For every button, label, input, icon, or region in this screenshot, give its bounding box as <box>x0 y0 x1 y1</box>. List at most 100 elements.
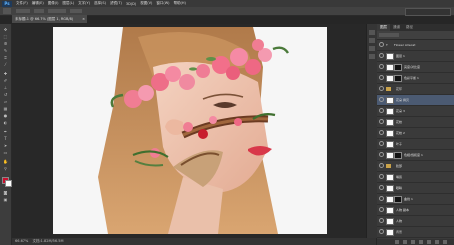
visibility-eye-icon[interactable] <box>379 52 384 58</box>
layer-name: 花环 <box>396 87 403 91</box>
menu-select[interactable]: 选择(S) <box>92 1 108 6</box>
clone-stamp-tool-icon[interactable]: ⊥ <box>2 85 9 90</box>
zoom-level[interactable]: 66.67% <box>15 239 28 243</box>
move-tool-icon[interactable]: ✥ <box>2 27 9 32</box>
tab-paths[interactable]: 路径 <box>403 24 416 31</box>
quick-mask-icon[interactable]: ◙ <box>2 190 9 195</box>
eraser-tool-icon[interactable]: ▱ <box>2 99 9 104</box>
layer-row[interactable]: 眼睛 <box>377 183 454 194</box>
visibility-eye-icon[interactable] <box>379 184 384 190</box>
layer-row[interactable]: 花枝 <box>377 117 454 128</box>
link-layers-icon[interactable] <box>395 240 399 244</box>
menu-view[interactable]: 视图(V) <box>138 1 154 6</box>
menu-window[interactable]: 窗口(W) <box>154 1 171 6</box>
menu-filter[interactable]: 滤镜(T) <box>108 1 124 6</box>
layer-row[interactable]: 嘴唇 <box>377 172 454 183</box>
layers-panel-footer <box>377 239 454 245</box>
visibility-eye-icon[interactable] <box>379 162 384 168</box>
path-select-tool-icon[interactable]: ➤ <box>2 143 9 148</box>
layer-row[interactable]: 花环 <box>377 84 454 95</box>
layer-row[interactable]: 曲线 1 <box>377 194 454 205</box>
layer-row[interactable]: 人物 <box>377 216 454 227</box>
history-brush-tool-icon[interactable]: ↺ <box>2 92 9 97</box>
layer-row[interactable]: 色相/饱和度 1 <box>377 150 454 161</box>
document-canvas[interactable] <box>53 27 327 234</box>
visibility-eye-icon[interactable] <box>379 74 384 80</box>
tab-channels[interactable]: 通道 <box>390 24 403 31</box>
visibility-eye-icon[interactable] <box>379 85 384 91</box>
dodge-tool-icon[interactable]: ◐ <box>2 120 9 125</box>
eyedropper-tool-icon[interactable]: ⁄ <box>2 62 9 67</box>
crop-tool-icon[interactable]: ⌗ <box>2 55 9 60</box>
visibility-eye-icon[interactable] <box>379 118 384 124</box>
layer-row[interactable]: 图层 1 <box>377 51 454 62</box>
layer-row[interactable]: 花朵 拷贝 <box>377 95 454 106</box>
tab-layers[interactable]: 图层 <box>377 24 390 31</box>
tool-preset-picker[interactable] <box>3 8 11 14</box>
option-field[interactable] <box>70 9 82 13</box>
layer-row[interactable]: 色彩平衡 1 <box>377 73 454 84</box>
document-info: 文档:1.82M/56.5M <box>32 239 64 243</box>
new-layer-icon[interactable] <box>435 240 439 244</box>
lasso-tool-icon[interactable]: ᘓ <box>2 41 9 46</box>
blur-tool-icon[interactable]: ● <box>2 113 9 118</box>
menu-type[interactable]: 文字(Y) <box>76 1 92 6</box>
close-icon[interactable]: × <box>82 15 85 23</box>
visibility-eye-icon[interactable] <box>379 63 384 69</box>
zoom-tool-icon[interactable]: ⚲ <box>2 166 9 171</box>
workspace-switcher[interactable] <box>405 8 451 16</box>
shape-tool-icon[interactable]: ▭ <box>2 150 9 155</box>
menu-image[interactable]: 图像(I) <box>46 1 61 6</box>
screen-mode-icon[interactable]: ▣ <box>2 197 9 202</box>
layer-row[interactable]: 亮度/对比度 <box>377 62 454 73</box>
visibility-eye-icon[interactable] <box>379 151 384 157</box>
pen-tool-icon[interactable]: ✒ <box>2 129 9 134</box>
visibility-eye-icon[interactable] <box>379 195 384 201</box>
option-field[interactable] <box>48 9 66 13</box>
character-panel-icon[interactable] <box>369 46 375 51</box>
option-field[interactable] <box>34 9 44 13</box>
option-field[interactable] <box>16 9 30 13</box>
visibility-eye-icon[interactable] <box>379 140 384 146</box>
visibility-eye-icon[interactable] <box>379 41 384 47</box>
text-layer-icon: T <box>386 43 388 47</box>
visibility-eye-icon[interactable] <box>379 228 384 234</box>
layer-row[interactable]: 背景 <box>377 227 454 238</box>
layer-row[interactable]: 花枝 2 <box>377 128 454 139</box>
healing-brush-tool-icon[interactable]: ✚ <box>2 71 9 76</box>
visibility-eye-icon[interactable] <box>379 173 384 179</box>
document-tab[interactable]: 未标题-1 @ 66.7% (图层 1, RGB/8) × <box>12 15 87 23</box>
menu-layer[interactable]: 图层(L) <box>60 1 76 6</box>
add-style-icon[interactable] <box>403 240 407 244</box>
layer-row[interactable]: 脸部 <box>377 161 454 172</box>
visibility-eye-icon[interactable] <box>379 206 384 212</box>
layer-row[interactable]: 花朵 3 <box>377 106 454 117</box>
background-color-swatch[interactable] <box>5 180 12 187</box>
visibility-eye-icon[interactable] <box>379 129 384 135</box>
visibility-eye-icon[interactable] <box>379 96 384 102</box>
layer-filter-input[interactable] <box>379 33 399 37</box>
layer-row[interactable]: 人物 副本 <box>377 205 454 216</box>
gradient-tool-icon[interactable]: ▦ <box>2 106 9 111</box>
delete-layer-icon[interactable] <box>443 240 447 244</box>
canvas-area[interactable] <box>12 24 376 238</box>
add-mask-icon[interactable] <box>411 240 415 244</box>
quick-select-tool-icon[interactable]: ✎ <box>2 48 9 53</box>
menu-3d[interactable]: 3D(D) <box>124 2 138 6</box>
layer-row[interactable]: T Flower Alrecat <box>377 40 454 51</box>
layer-row[interactable]: 叶子 <box>377 139 454 150</box>
paragraph-panel-icon[interactable] <box>369 54 375 59</box>
history-panel-icon[interactable] <box>369 30 375 35</box>
menu-help[interactable]: 帮助(H) <box>172 1 188 6</box>
brush-tool-icon[interactable]: ✐ <box>2 78 9 83</box>
menu-edit[interactable]: 编辑(E) <box>30 1 46 6</box>
hand-tool-icon[interactable]: ✋ <box>2 159 9 164</box>
visibility-eye-icon[interactable] <box>379 107 384 113</box>
type-tool-icon[interactable]: T <box>2 136 9 141</box>
menu-file[interactable]: 文件(F) <box>14 1 30 6</box>
adjustment-layer-icon[interactable] <box>419 240 423 244</box>
marquee-tool-icon[interactable]: ⬚ <box>2 34 9 39</box>
properties-panel-icon[interactable] <box>369 38 375 43</box>
new-group-icon[interactable] <box>427 240 431 244</box>
visibility-eye-icon[interactable] <box>379 217 384 223</box>
